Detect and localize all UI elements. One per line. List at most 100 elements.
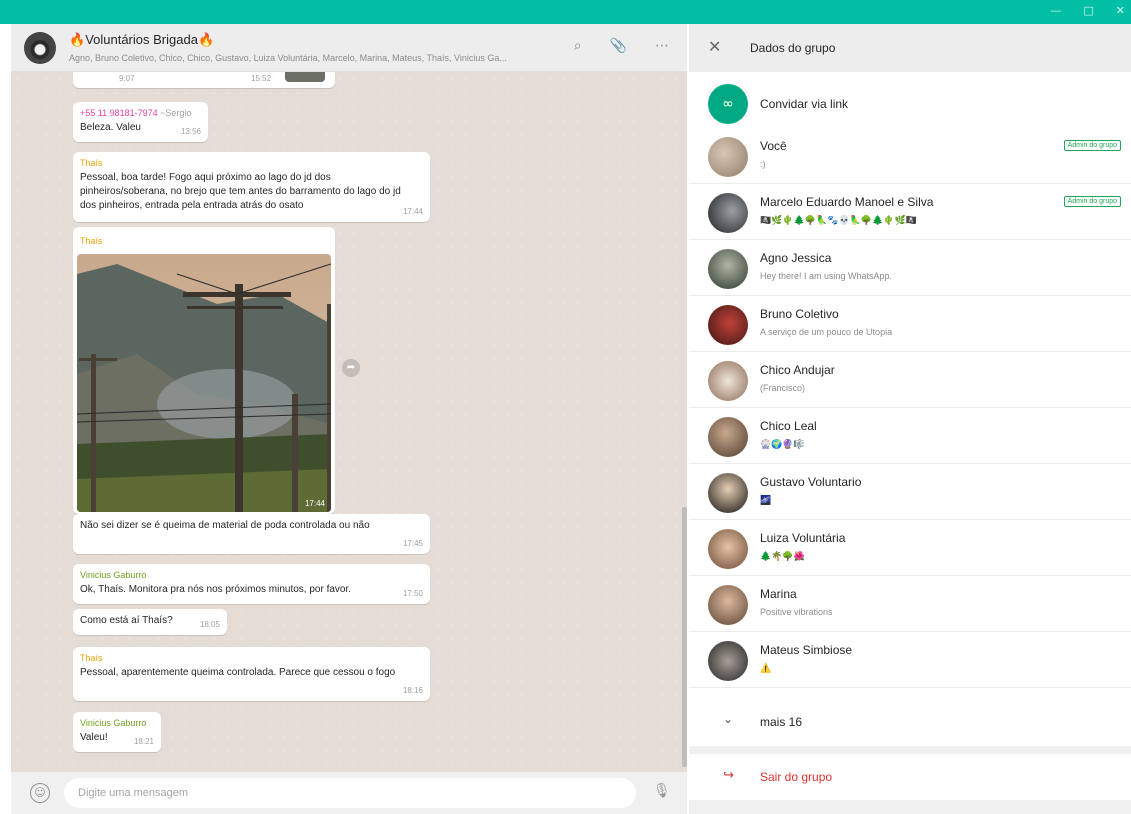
member-about: Hey there! I am using WhatsApp. xyxy=(760,271,893,281)
group-name: Voluntários Brigada xyxy=(85,32,198,47)
avatar xyxy=(708,193,748,233)
avatar xyxy=(708,417,748,457)
avatar xyxy=(708,137,748,177)
member-name: Chico Leal xyxy=(760,419,817,433)
message-time: 15:52 xyxy=(251,74,272,83)
member-item[interactable]: Chico Leal 🎡🌍🔮🎼 xyxy=(689,408,1131,464)
group-members-line: Agno, Bruno Coletivo, Chico, Chico, Gust… xyxy=(69,53,507,63)
member-item[interactable]: Agno Jessica Hey there! I am using Whats… xyxy=(689,240,1131,296)
thumbnail-image[interactable] xyxy=(285,72,325,82)
chat-header-actions: ⌕ 📎 ⋯ xyxy=(574,38,669,54)
exit-group-label: Sair do grupo xyxy=(760,770,833,784)
member-name: Mateus Simbiose xyxy=(760,643,853,657)
member-item[interactable]: Você :) Admin do grupo xyxy=(689,128,1131,184)
chevron-down-icon: ⌄ xyxy=(723,712,734,726)
composer: ☺ 🎙 xyxy=(11,772,687,814)
flame-icon: 🔥 xyxy=(197,32,215,47)
member-about: (Francisco) xyxy=(760,383,806,393)
chat-header[interactable]: 🔥Voluntários Brigada🔥 Agno, Bruno Coleti… xyxy=(11,24,687,72)
message-bubble[interactable]: Vinicius Gaburro Ok, Thaís. Monitora pra… xyxy=(73,564,430,604)
message-time: 17:45 xyxy=(402,539,423,548)
member-name: Agno Jessica xyxy=(760,251,832,265)
invite-label: Convidar via link xyxy=(760,97,849,111)
member-about: A serviço de um pouco de Utopia xyxy=(760,327,893,337)
sender-phone: +55 11 98181-7974 xyxy=(80,108,158,118)
attach-icon[interactable]: 📎 xyxy=(610,38,627,54)
member-about: :) xyxy=(760,159,766,169)
message-bubble[interactable]: Vinicius Gaburro Valeu! 18:21 xyxy=(73,712,161,752)
close-window-icon[interactable]: ✕ xyxy=(1116,4,1125,17)
forward-icon[interactable]: ➦ xyxy=(342,359,360,377)
message-time: 13:56 xyxy=(180,127,201,136)
flame-icon: 🔥 xyxy=(69,32,86,47)
avatar xyxy=(708,305,748,345)
close-icon[interactable]: ✕ xyxy=(708,37,721,56)
message-bubble[interactable]: 9:07 15:52 xyxy=(73,72,335,88)
message-time: 17:44 xyxy=(304,499,325,508)
microphone-icon[interactable]: 🎙 xyxy=(653,783,671,803)
member-item[interactable]: Marina Positive vibrations xyxy=(689,576,1131,632)
member-item[interactable]: Gustavo Voluntario 🌌 xyxy=(689,464,1131,520)
message-time: 17:50 xyxy=(402,589,423,598)
message-text: Pessoal, aparentemente queima controlada… xyxy=(80,667,396,678)
show-more-members[interactable]: ⌄ mais 16 xyxy=(689,700,1131,744)
chat-pane: 🔥Voluntários Brigada🔥 Agno, Bruno Coleti… xyxy=(11,24,687,814)
message-text: Pessoal, boa tarde! Fogo aqui próximo ao… xyxy=(80,172,401,211)
exit-group-button[interactable]: ↪ Sair do grupo xyxy=(689,754,1131,800)
message-time: 17:44 xyxy=(402,207,423,216)
emoji-icon[interactable]: ☺ xyxy=(30,783,50,803)
member-name: Marcelo Eduardo Manoel e Silva xyxy=(760,195,934,209)
member-item[interactable]: Luiza Voluntária 🌲🌴🌳🌺 xyxy=(689,520,1131,576)
message-sender[interactable]: Thaís xyxy=(80,235,103,247)
invite-via-link[interactable]: ∞ Convidar via link xyxy=(689,80,1131,128)
window-controls: — □ ✕ xyxy=(1050,4,1125,17)
member-name: Chico Andujar xyxy=(760,363,835,377)
message-bubble[interactable]: Não sei dizer se é queima de material de… xyxy=(73,514,430,554)
message-sender[interactable]: Thaís xyxy=(80,157,408,169)
member-item[interactable]: Bruno Coletivo A serviço de um pouco de … xyxy=(689,296,1131,352)
message-time: 18:21 xyxy=(133,737,154,746)
message-bubble[interactable]: Thaís Pessoal, boa tarde! Fogo aqui próx… xyxy=(73,152,430,222)
maximize-icon[interactable]: □ xyxy=(1083,4,1093,17)
member-name: Você xyxy=(760,139,787,153)
message-text: Ok, Thaís. Monitora pra nós nos próximos… xyxy=(80,584,352,595)
member-item[interactable]: Mateus Simbiose ⚠️ xyxy=(689,632,1131,688)
message-sender[interactable]: Vinicius Gaburro xyxy=(80,717,154,729)
more-members-label: mais 16 xyxy=(760,715,803,729)
image-message[interactable]: Thaís 17:44 xyxy=(73,227,335,514)
member-name: Luiza Voluntária xyxy=(760,531,846,545)
minimize-icon[interactable]: — xyxy=(1050,4,1061,17)
member-item[interactable]: Marcelo Eduardo Manoel e Silva 🏴‍☠️🌿🌵🌲🌳🦜… xyxy=(689,184,1131,240)
photo-image xyxy=(77,254,331,512)
avatar xyxy=(708,249,748,289)
message-bubble[interactable]: Thaís Pessoal, aparentemente queima cont… xyxy=(73,647,430,701)
divider xyxy=(689,800,1131,814)
member-item[interactable]: Chico Andujar (Francisco) xyxy=(689,352,1131,408)
sender-alias: ~Sergio xyxy=(160,108,192,118)
message-sender[interactable]: +55 11 98181-7974 ~Sergio xyxy=(80,107,201,119)
message-time: 9:07 xyxy=(119,74,135,83)
member-about: 🌲🌴🌳🌺 xyxy=(760,551,805,561)
avatar xyxy=(708,473,748,513)
menu-icon[interactable]: ⋯ xyxy=(655,38,669,54)
group-title[interactable]: 🔥Voluntários Brigada🔥 xyxy=(69,32,214,48)
message-list[interactable]: 9:07 15:52 +55 11 98181-7974 ~Sergio Bel… xyxy=(11,72,687,772)
member-about: 🏴‍☠️🌿🌵🌲🌳🦜🐾💀🦜🌳🌲🌵🌿🏴‍☠️ xyxy=(760,215,917,225)
link-icon: ∞ xyxy=(708,84,748,124)
avatar xyxy=(708,361,748,401)
message-photo[interactable]: 17:44 xyxy=(77,254,331,512)
search-icon[interactable]: ⌕ xyxy=(574,38,582,54)
message-time: 18:16 xyxy=(402,686,423,695)
message-time: 18:05 xyxy=(199,620,220,629)
avatar xyxy=(708,641,748,681)
window-titlebar: — □ ✕ xyxy=(0,0,1131,24)
message-input[interactable] xyxy=(64,778,636,808)
message-sender[interactable]: Thaís xyxy=(80,652,423,664)
message-bubble[interactable]: Como está aí Thaís? 18:05 xyxy=(73,609,227,635)
message-text: Não sei dizer se é queima de material de… xyxy=(80,520,370,531)
scrollbar[interactable] xyxy=(682,507,687,767)
message-bubble[interactable]: +55 11 98181-7974 ~Sergio Beleza. Valeu … xyxy=(73,102,208,142)
message-sender[interactable]: Vinicius Gaburro xyxy=(80,569,423,581)
group-info-panel: ✕ Dados do grupo ∞ Convidar via link Voc… xyxy=(689,24,1131,814)
group-avatar[interactable] xyxy=(24,32,56,64)
